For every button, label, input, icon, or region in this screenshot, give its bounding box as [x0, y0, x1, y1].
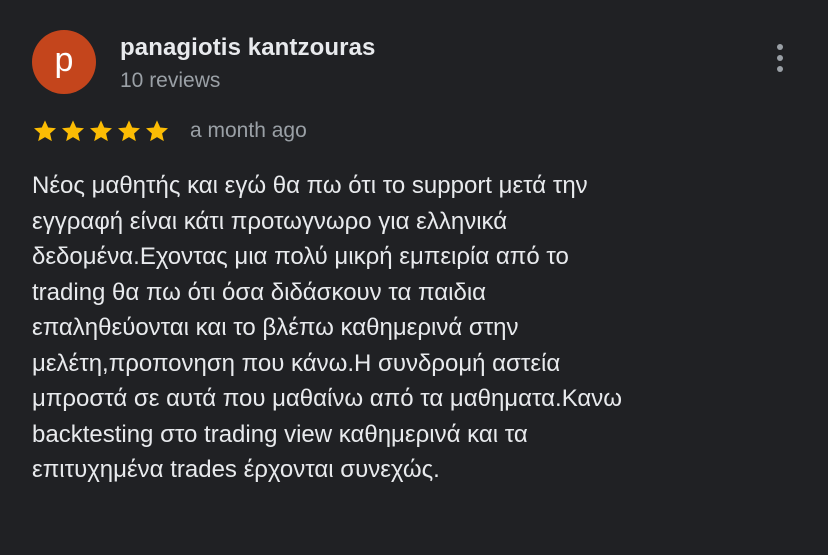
star-icon: [32, 118, 58, 144]
review-text: Νέος μαθητής και εγώ θα πω ότι το suppor…: [32, 172, 623, 483]
star-icon: [116, 118, 142, 144]
review-time: a month ago: [190, 119, 307, 142]
star-icon: [144, 118, 170, 144]
author-name[interactable]: panagiotis kantzouras: [120, 34, 375, 62]
avatar[interactable]: p: [32, 30, 96, 94]
star-icon: [88, 118, 114, 144]
more-dot: [777, 44, 783, 50]
star-icon: [60, 118, 86, 144]
rating-row: a month ago: [32, 114, 307, 148]
more-dot: [777, 55, 783, 61]
avatar-letter: p: [54, 41, 74, 79]
more-dot: [777, 66, 783, 72]
review-count[interactable]: 10 reviews: [120, 69, 220, 93]
more-vert-icon[interactable]: [766, 40, 794, 76]
star-rating: [32, 118, 170, 144]
review-card: p panagiotis kantzouras 10 reviews a mon…: [0, 0, 828, 555]
